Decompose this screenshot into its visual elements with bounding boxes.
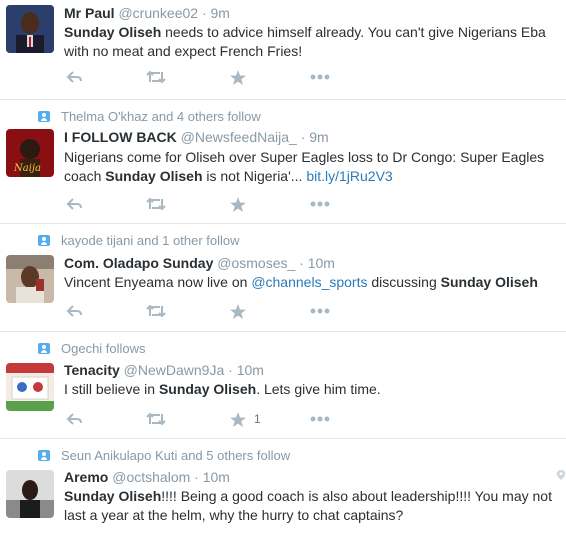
tweet-header: Tenacity @NewDawn9Ja · 10m [64, 362, 264, 378]
highlighted-term: Sunday Oliseh [440, 274, 538, 290]
author-name[interactable]: I FOLLOW BACK [64, 129, 177, 145]
follow-context-text: Thelma O'khaz and 4 others follow [61, 109, 261, 124]
svg-text:Naija: Naija [13, 163, 41, 174]
tweet-text-segment: . Lets give him time. [256, 381, 381, 397]
follow-context-text: kayode tijani and 1 other follow [61, 233, 240, 248]
tweet-text: Nigerians come for Oliseh over Super Eag… [64, 148, 559, 186]
retweet-icon[interactable] [146, 196, 166, 212]
tweet-text-segment: Vincent Enyeama now live on [64, 274, 252, 290]
timestamp[interactable]: 9m [211, 5, 230, 21]
author-name[interactable]: Com. Oladapo Sunday [64, 255, 213, 271]
favorite-icon[interactable] [228, 69, 248, 85]
tweet-actions [64, 69, 392, 85]
timestamp[interactable]: 10m [237, 362, 264, 378]
tweet-link[interactable]: @channels_sports [251, 274, 367, 290]
tweet-5[interactable]: Seun Anikulapo Kuti and 5 others follow … [0, 440, 566, 534]
highlighted-term: Sunday Oliseh [64, 488, 162, 504]
separator: · [201, 5, 207, 21]
tweet-text: Sunday Oliseh needs to advice himself al… [64, 23, 559, 61]
author-name[interactable]: Aremo [64, 469, 108, 485]
avatar[interactable] [6, 363, 54, 411]
follow-context: Ogechi follows [38, 341, 146, 356]
more-icon[interactable] [310, 303, 330, 319]
reply-icon[interactable] [64, 196, 84, 212]
separator: · [228, 362, 233, 378]
location-pin-icon[interactable] [556, 470, 566, 480]
author-name[interactable]: Mr Paul [64, 5, 115, 21]
follow-context: Seun Anikulapo Kuti and 5 others follow [38, 448, 290, 463]
timestamp[interactable]: 10m [308, 255, 335, 271]
tweet-header: I FOLLOW BACK @NewsfeedNaija_ · 9m [64, 129, 329, 145]
highlighted-term: Sunday Oliseh [158, 381, 257, 397]
highlighted-term: Sunday Oliseh [105, 168, 203, 184]
more-icon[interactable] [310, 196, 330, 212]
retweet-icon[interactable] [146, 303, 166, 319]
tweet-actions: 1 [64, 411, 392, 427]
separator: · [194, 469, 199, 485]
follow-context-text: Ogechi follows [61, 341, 146, 356]
tweet-text: Sunday Oliseh!!!! Being a good coach is … [64, 487, 559, 525]
author-handle[interactable]: @osmoses_ [217, 255, 295, 271]
tweet-header: Aremo @octshalom · 10m [64, 469, 230, 485]
reply-icon[interactable] [64, 303, 84, 319]
tweet-3[interactable]: kayode tijani and 1 other follow Com. Ol… [0, 225, 566, 332]
author-name[interactable]: Tenacity [64, 362, 120, 378]
tweet-4[interactable]: Ogechi follows Tenacity @NewDawn9Ja · 10… [0, 333, 566, 439]
tweet-text-segment: is not Nigeria'... [202, 168, 307, 184]
tweet-link[interactable]: bit.ly/1jRu2V3 [306, 168, 392, 184]
retweet-icon[interactable] [146, 411, 166, 427]
follow-context: Thelma O'khaz and 4 others follow [38, 109, 261, 124]
timestamp[interactable]: 10m [203, 469, 230, 485]
more-icon[interactable] [310, 69, 330, 85]
favorite-count: 1 [254, 412, 261, 426]
author-handle[interactable]: @NewsfeedNaija_ [181, 129, 297, 145]
avatar[interactable] [6, 5, 54, 53]
author-handle[interactable]: @crunkee02 [118, 5, 198, 21]
author-handle[interactable]: @NewDawn9Ja [124, 362, 225, 378]
author-handle[interactable]: @octshalom [112, 469, 190, 485]
reply-icon[interactable] [64, 69, 84, 85]
favorite-icon[interactable]: 1 [228, 411, 261, 427]
avatar[interactable]: Naija [6, 129, 54, 177]
timestamp[interactable]: 9m [309, 129, 328, 145]
tweet-actions [64, 196, 392, 212]
highlighted-term: Sunday Oliseh [64, 24, 162, 40]
follow-context-text: Seun Anikulapo Kuti and 5 others follow [61, 448, 291, 463]
tweet-text: I still believe in Sunday Oliseh. Lets g… [64, 380, 559, 399]
retweet-icon[interactable] [146, 69, 166, 85]
avatar[interactable] [6, 255, 54, 303]
separator: · [299, 255, 304, 271]
tweet-header: Mr Paul @crunkee02 · 9m [64, 5, 230, 21]
tweet-header: Com. Oladapo Sunday @osmoses_ · 10m [64, 255, 335, 271]
tweet-text: Vincent Enyeama now live on @channels_sp… [64, 273, 559, 292]
follow-context-icon [38, 450, 50, 461]
follow-context: kayode tijani and 1 other follow [38, 233, 240, 248]
follow-context-icon [38, 235, 50, 246]
tweet-1[interactable]: Mr Paul @crunkee02 · 9m Sunday Oliseh ne… [0, 0, 566, 100]
follow-context-icon [38, 111, 50, 122]
tweet-actions [64, 303, 392, 319]
favorite-icon[interactable] [228, 303, 248, 319]
tweet-text-segment: discussing [367, 274, 441, 290]
avatar[interactable] [6, 470, 54, 518]
separator: · [300, 129, 306, 145]
reply-icon[interactable] [64, 411, 84, 427]
tweet-2[interactable]: Thelma O'khaz and 4 others follow Naija … [0, 101, 566, 224]
follow-context-icon [38, 343, 50, 354]
favorite-icon[interactable] [228, 196, 248, 212]
more-icon[interactable] [310, 411, 330, 427]
tweet-text-segment: I still believe in [64, 381, 159, 397]
